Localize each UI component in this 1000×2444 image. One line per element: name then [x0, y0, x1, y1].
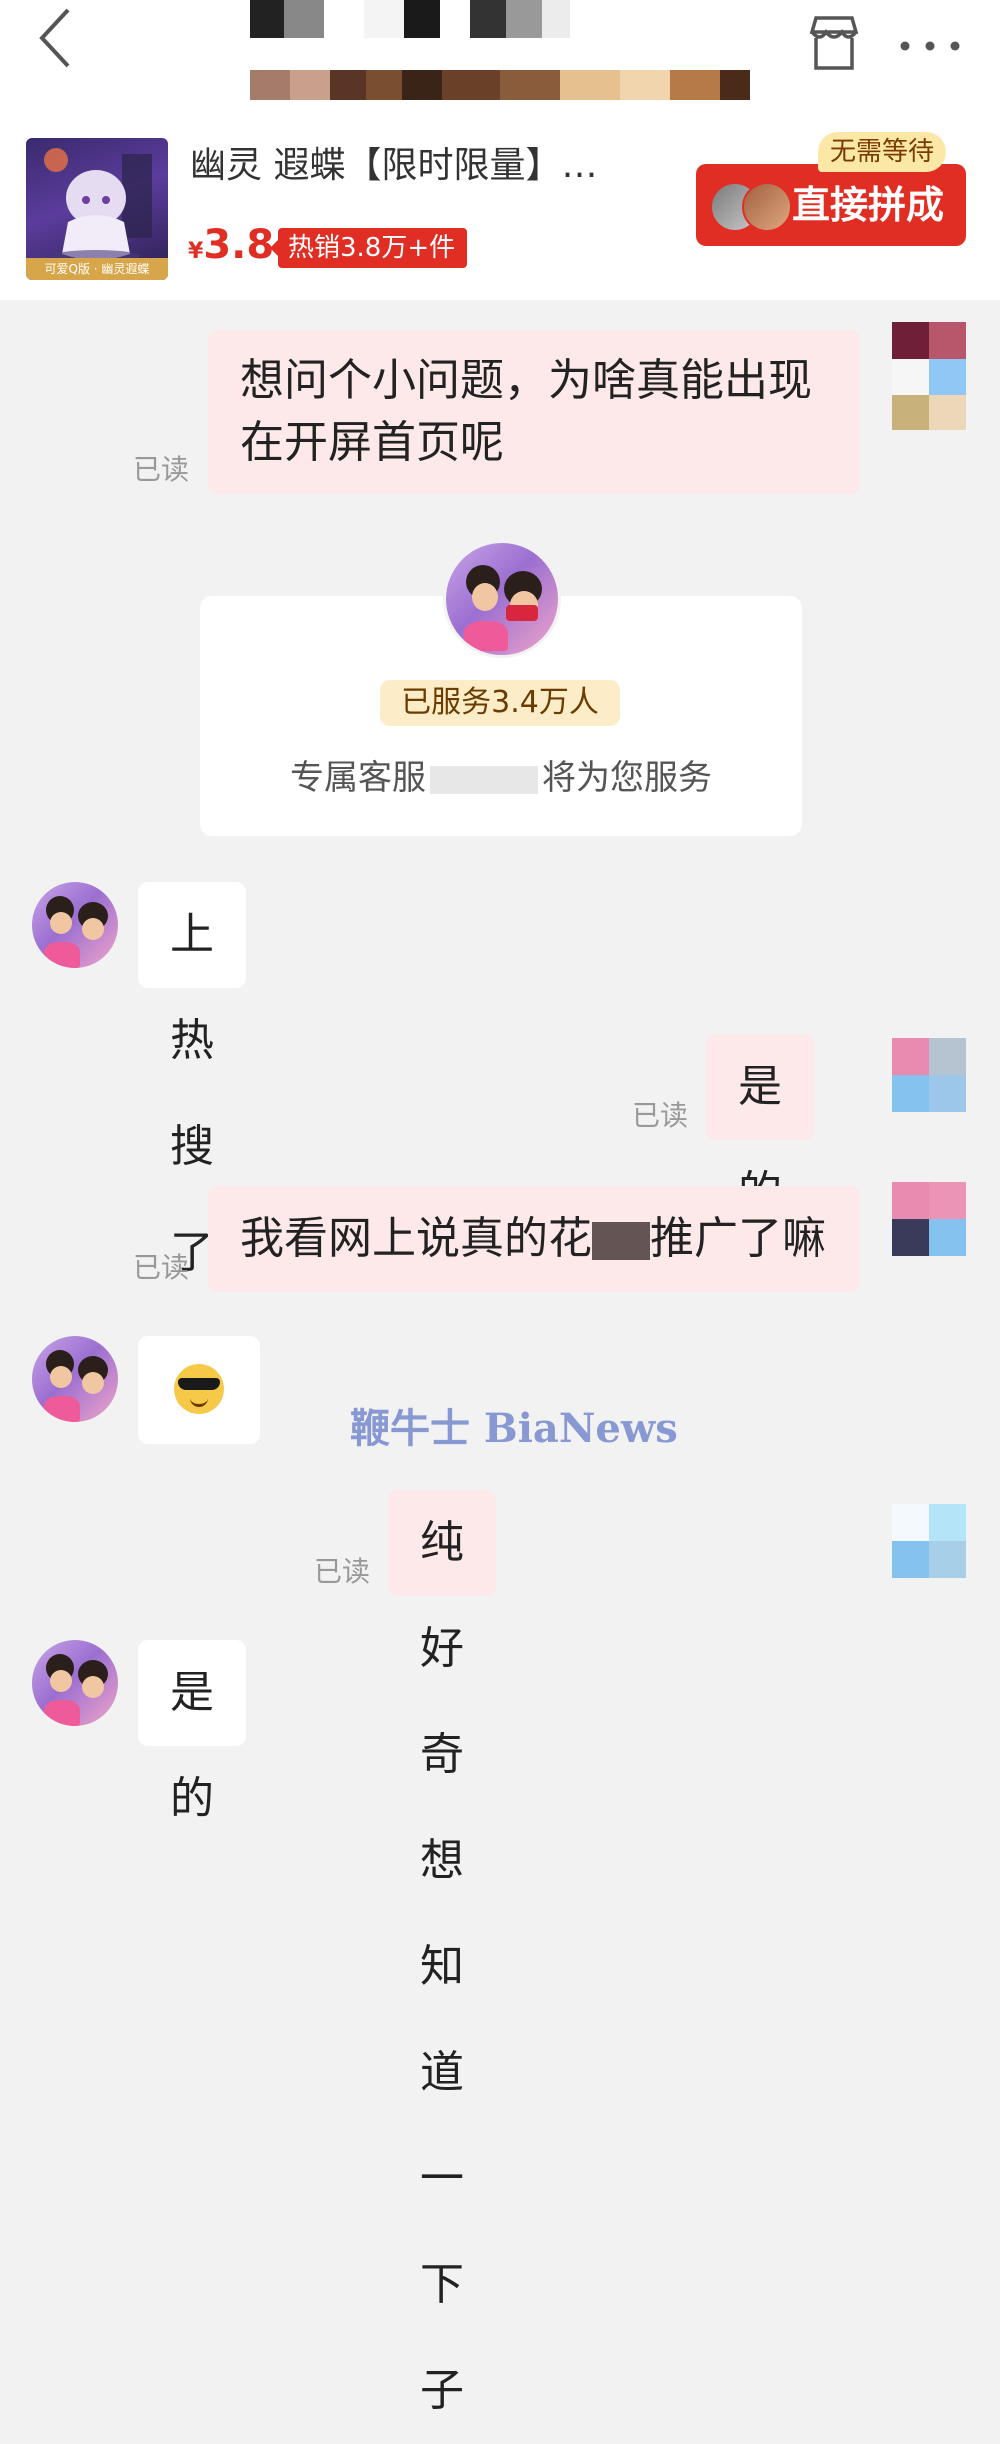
store-icon: [809, 16, 859, 70]
top-nav-bar: [0, 0, 1000, 120]
product-thumbnail-caption: 可爱Q版 · 幽灵遐蝶: [26, 258, 168, 280]
message-text: 我看网上说真的花: [240, 1213, 592, 1264]
agent-name-redacted: [430, 765, 538, 794]
product-thumbnail[interactable]: 可爱Q版 · 幽灵遐蝶: [26, 138, 168, 280]
more-horizontal-icon: [900, 41, 960, 51]
message-bubble[interactable]: 上热搜了: [138, 882, 246, 1278]
message-bubble[interactable]: 是的: [138, 1640, 246, 1824]
message-bubble[interactable]: 想问个小问题，为啥真能出现 在开屏首页呢: [208, 330, 860, 494]
product-price: ¥3.8: [188, 222, 274, 274]
service-agent-avatar[interactable]: [32, 1640, 118, 1726]
served-count-badge: 已服务3.4万人: [380, 680, 620, 726]
service-agent-avatar[interactable]: [32, 882, 118, 968]
service-agent-avatar[interactable]: [443, 540, 561, 658]
more-button[interactable]: [895, 20, 965, 70]
message-text: 推广了嘛: [650, 1213, 826, 1264]
user-avatar[interactable]: [892, 1504, 966, 1578]
service-assignment-text: 专属客服 将为您服务: [200, 750, 802, 806]
message-bubble[interactable]: 是的: [706, 1034, 814, 1218]
message-bubble[interactable]: 我看网上说真的花 推广了嘛: [208, 1186, 860, 1292]
price-value: 3.8: [203, 222, 275, 268]
service-line-prefix: 专属客服: [290, 758, 426, 798]
shop-button[interactable]: [804, 8, 864, 74]
sales-badge: 热销3.8万+件: [269, 228, 468, 268]
user-avatar-lower: [892, 360, 966, 430]
read-receipt: 已读: [314, 1555, 371, 1588]
product-card[interactable]: 可爱Q版 · 幽灵遐蝶 幽灵 遐蝶【限时限量】… ¥3.8 热销3.8万+件 直…: [0, 120, 1000, 300]
no-wait-tag: 无需等待: [818, 132, 947, 172]
chevron-left-icon: [39, 8, 70, 68]
redacted-text: [592, 1222, 650, 1260]
user-avatar[interactable]: [892, 1182, 966, 1256]
chat-title-redacted: [250, 0, 570, 38]
price-currency: ¥: [188, 239, 204, 264]
buyer-avatar: [742, 182, 792, 232]
chat-subtitle-redacted: [250, 70, 750, 100]
buyer-avatars: [710, 182, 792, 232]
service-agent-avatar[interactable]: [32, 1336, 118, 1422]
user-avatar[interactable]: [892, 1038, 966, 1112]
service-line-suffix: 将为您服务: [542, 758, 712, 798]
direct-group-buy-label: 直接拼成: [792, 183, 945, 227]
read-receipt: 已读: [133, 453, 190, 486]
product-title[interactable]: 幽灵 遐蝶【限时限量】…: [190, 144, 650, 188]
back-button[interactable]: [30, 2, 90, 72]
message-text-line: 想问个小问题，为啥真能出现: [240, 355, 812, 406]
watermark: 鞭牛士 BiaNews: [350, 1405, 678, 1452]
message-text-line: 在开屏首页呢: [240, 417, 504, 468]
direct-group-buy-button[interactable]: 直接拼成: [696, 164, 966, 246]
sunglasses-emoji-icon: [174, 1364, 224, 1414]
read-receipt: 已读: [133, 1251, 190, 1284]
read-receipt: 已读: [632, 1099, 689, 1132]
message-bubble[interactable]: 纯好奇想知道一下子: [388, 1490, 496, 2416]
